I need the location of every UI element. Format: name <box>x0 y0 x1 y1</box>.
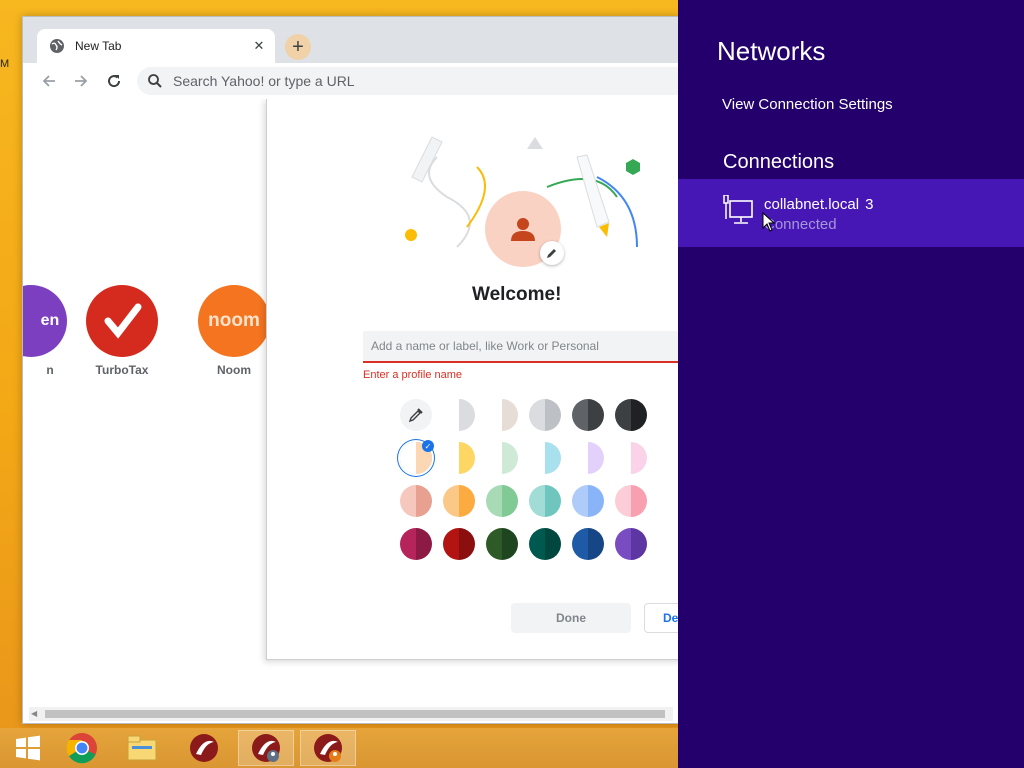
done-button[interactable]: Done <box>511 603 631 633</box>
color-swatch[interactable] <box>615 528 647 560</box>
shortcut-partial[interactable]: en n <box>23 285 76 377</box>
networks-charm-panel: Networks View Connection Settings Connec… <box>678 0 1024 768</box>
color-swatch[interactable] <box>443 399 475 431</box>
eyedropper-icon <box>408 408 423 423</box>
arrow-right-icon <box>75 75 88 87</box>
color-swatch[interactable] <box>615 442 647 474</box>
reload-icon <box>108 75 121 88</box>
arrow-left-icon <box>42 75 55 87</box>
color-swatch[interactable] <box>615 399 647 431</box>
scrollbar-thumb[interactable] <box>45 710 665 718</box>
new-tab-page: en n TurboTax noom Noom Welcome! Add a n… <box>23 99 679 709</box>
secondary-button[interactable]: De <box>644 603 679 633</box>
selected-check-icon: ✓ <box>422 440 434 452</box>
file-explorer-icon[interactable] <box>114 730 170 766</box>
chrome-app-icon[interactable] <box>54 730 110 766</box>
turbotax-logo <box>86 285 158 357</box>
color-swatch[interactable] <box>486 485 518 517</box>
security-user-app-icon[interactable] <box>238 730 294 766</box>
color-swatch[interactable] <box>486 442 518 474</box>
security-alert-app-icon[interactable] <box>300 730 356 766</box>
shortcut-label: n <box>46 363 54 377</box>
edit-avatar-button[interactable] <box>540 241 564 265</box>
profile-name-input[interactable] <box>363 331 679 363</box>
networks-title: Networks <box>717 36 826 66</box>
wired-network-icon <box>723 195 753 224</box>
color-swatch[interactable] <box>529 399 561 431</box>
taskbar <box>0 728 678 768</box>
color-swatch[interactable] <box>443 442 475 474</box>
shortcut-label: TurboTax <box>95 363 149 377</box>
color-swatch[interactable] <box>486 399 518 431</box>
color-swatch[interactable] <box>529 485 561 517</box>
connections-heading: Connections <box>723 151 835 173</box>
checkmark-icon <box>104 303 142 339</box>
new-tab-button[interactable]: + <box>285 34 311 60</box>
reload-button[interactable] <box>102 69 126 93</box>
horizontal-scrollbar[interactable]: ◀ <box>29 707 673 721</box>
security-app-icon[interactable] <box>176 730 232 766</box>
mouse-cursor-icon <box>762 212 776 232</box>
color-swatch[interactable] <box>400 485 432 517</box>
connection-item-collabnet[interactable]: collabnet.local 3 Connected <box>678 179 1024 247</box>
search-icon <box>147 73 163 89</box>
color-swatch[interactable] <box>443 528 475 560</box>
color-swatch[interactable] <box>486 528 518 560</box>
start-button[interactable] <box>0 730 56 766</box>
custom-color-picker[interactable] <box>400 399 432 431</box>
desktop-edge-label: M <box>0 58 10 70</box>
windows-logo-icon <box>16 735 40 761</box>
globe-icon <box>49 38 65 54</box>
color-swatch[interactable] <box>615 485 647 517</box>
error-message: Enter a profile name <box>363 369 463 381</box>
color-swatch[interactable] <box>443 485 475 517</box>
profile-customization-dialog: Welcome! Enter a profile name ✓ Done De <box>266 99 679 660</box>
search-input[interactable] <box>171 72 655 90</box>
welcome-heading: Welcome! <box>472 284 562 305</box>
noom-logo: noom <box>198 285 270 357</box>
scroll-left-icon[interactable]: ◀ <box>31 709 37 718</box>
view-connection-settings-link[interactable]: View Connection Settings <box>722 96 893 113</box>
close-icon[interactable]: ✕ <box>249 36 269 56</box>
shortcut-logo: en <box>23 285 67 357</box>
connection-name: collabnet.local 3 <box>764 196 873 213</box>
tab-new-tab[interactable]: New Tab ✕ <box>37 29 275 63</box>
color-swatch[interactable] <box>572 528 604 560</box>
address-bar[interactable] <box>137 67 697 95</box>
connection-count: 3 <box>865 196 874 213</box>
color-swatch[interactable] <box>572 399 604 431</box>
shortcut-turbotax[interactable]: TurboTax <box>77 285 167 377</box>
browser-window: New Tab ✕ + en n <box>22 16 697 724</box>
forward-button[interactable] <box>69 69 93 93</box>
color-swatch[interactable] <box>572 485 604 517</box>
back-button[interactable] <box>37 69 61 93</box>
tab-strip: New Tab ✕ + <box>23 17 679 63</box>
color-swatch[interactable] <box>529 442 561 474</box>
tab-title: New Tab <box>75 39 122 53</box>
pencil-icon <box>547 249 556 258</box>
color-swatch[interactable] <box>572 442 604 474</box>
browser-toolbar <box>23 63 697 100</box>
person-icon <box>511 218 535 241</box>
color-swatch[interactable] <box>529 528 561 560</box>
connection-label: collabnet.local <box>764 196 860 213</box>
color-swatch[interactable] <box>400 528 432 560</box>
